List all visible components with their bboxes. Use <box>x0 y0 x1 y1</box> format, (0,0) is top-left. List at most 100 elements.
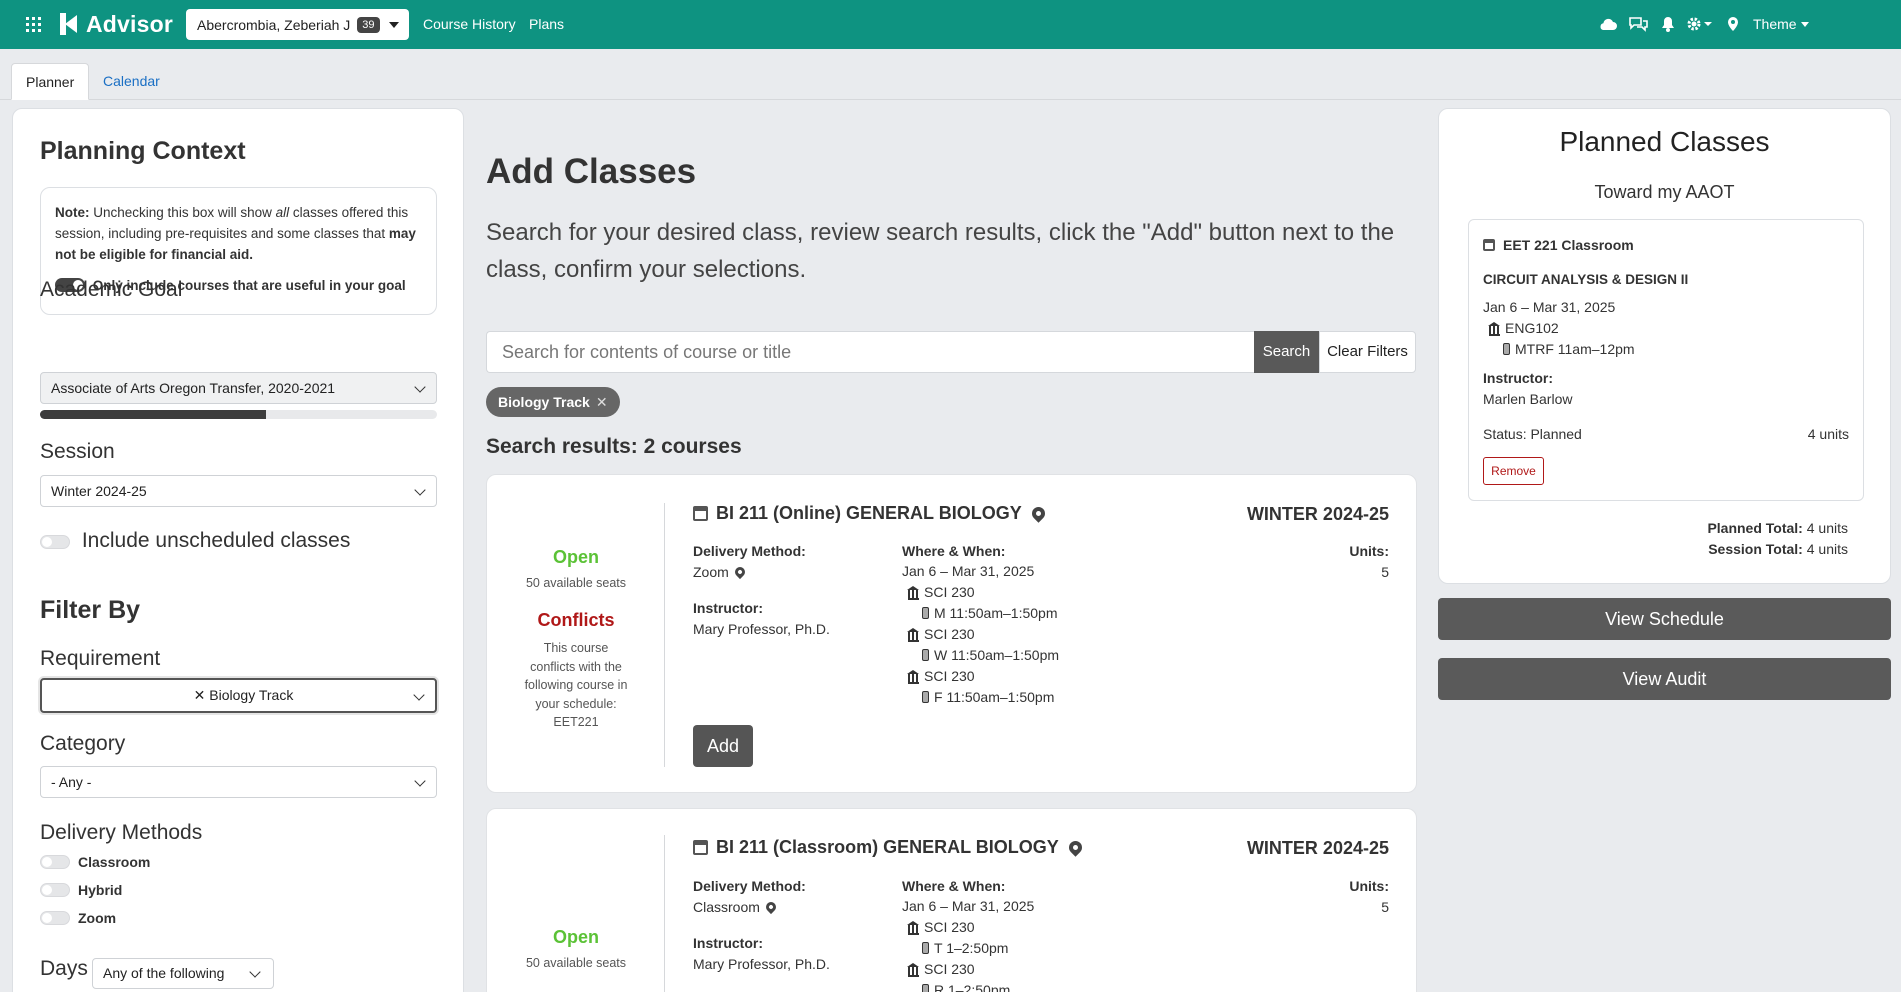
tab-planner[interactable]: Planner <box>11 63 90 100</box>
clock-icon <box>922 942 929 954</box>
meeting-room: SCI 230 <box>902 624 1059 645</box>
delivery-zoom-row[interactable]: Zoom <box>40 910 116 926</box>
days-select[interactable]: Any of the following <box>92 958 274 989</box>
session-value: Winter 2024-25 <box>51 483 147 499</box>
location-pin-icon[interactable] <box>1029 504 1048 523</box>
room-text: SCI 230 <box>924 584 975 600</box>
course-title-row: BI 211 (Classroom) GENERAL BIOLOGY <box>693 837 1085 858</box>
calendar-icon <box>1483 239 1495 251</box>
student-selector[interactable]: Abercrombia, Zeberiah J 39 <box>186 9 409 40</box>
view-audit-button[interactable]: View Audit <box>1438 658 1891 700</box>
planning-context-panel: Planning Context Note: Unchecking this b… <box>12 108 464 992</box>
delivery-hybrid-row[interactable]: Hybrid <box>40 882 122 898</box>
available-seats: 50 available seats <box>525 956 627 970</box>
days-value: Any of the following <box>103 965 225 981</box>
chevron-down-icon <box>414 484 426 496</box>
delivery-classroom-toggle[interactable] <box>40 855 70 869</box>
delivery-zoom-label: Zoom <box>78 910 117 926</box>
session-select[interactable]: Winter 2024-25 <box>40 475 437 507</box>
cloud-icon[interactable] <box>1598 14 1618 34</box>
location-pin-icon[interactable] <box>1066 838 1085 857</box>
instructor-value: Mary Professor, Ph.D. <box>693 956 830 972</box>
room-text: SCI 230 <box>924 919 975 935</box>
delivery-classroom-row[interactable]: Classroom <box>40 854 150 870</box>
chat-icon[interactable] <box>1629 14 1649 34</box>
planned-total-value: 4 units <box>1806 520 1848 536</box>
meeting-time: T 1–2:50pm <box>902 938 1034 959</box>
app-logo[interactable]: Advisor <box>60 11 173 37</box>
add-classes-title: Add Classes <box>486 152 697 191</box>
remove-button[interactable]: Remove <box>1483 457 1544 485</box>
instructor-label: Instructor: <box>693 600 763 616</box>
planned-schedule: Jan 6 – Mar 31, 2025 ENG102 MTRF 11am–12… <box>1483 297 1635 360</box>
clear-filters-button[interactable]: Clear Filters <box>1319 331 1416 373</box>
meeting-room: SCI 230 <box>902 917 1034 938</box>
add-course-button[interactable]: Add <box>693 725 753 767</box>
delivery-hybrid-label: Hybrid <box>78 882 123 898</box>
nav-plans[interactable]: Plans <box>529 16 564 32</box>
delivery-hybrid-toggle[interactable] <box>40 883 70 897</box>
delivery-zoom-toggle[interactable] <box>40 911 70 925</box>
time-text: T 1–2:50pm <box>934 940 1009 956</box>
location-pin-icon[interactable] <box>1726 14 1740 34</box>
time-text: W 11:50am–1:50pm <box>934 647 1060 663</box>
building-icon <box>907 670 920 684</box>
clock-icon <box>922 984 929 992</box>
nav-course-history[interactable]: Course History <box>423 16 516 32</box>
bell-icon[interactable] <box>1660 14 1676 34</box>
meeting-time: M 11:50am–1:50pm <box>902 603 1059 624</box>
days-label: Days <box>40 957 88 980</box>
time-text: M 11:50am–1:50pm <box>934 605 1058 621</box>
logo-k-icon <box>60 13 78 35</box>
planned-units: 4 units <box>1807 426 1849 442</box>
theme-label: Theme <box>1753 16 1797 32</box>
time-text: R 1–2:50pm <box>934 982 1011 992</box>
filter-chip-biology-track[interactable]: Biology Track ✕ <box>486 387 620 417</box>
note-text-all: all <box>275 205 290 220</box>
location-pin-icon[interactable] <box>763 899 778 915</box>
close-icon[interactable]: ✕ <box>596 394 608 410</box>
planned-class-heading: EET 221 Classroom <box>1503 237 1634 253</box>
chevron-down-icon <box>413 689 425 701</box>
course-search-input[interactable]: Search for contents of course or title <box>486 331 1254 373</box>
category-value: - Any - <box>51 774 92 790</box>
card-divider <box>664 835 665 992</box>
filter-chip-label: Biology Track <box>498 394 590 410</box>
student-badge: 39 <box>357 16 380 33</box>
units-value: 5 <box>1381 899 1389 915</box>
location-pin-icon[interactable] <box>732 564 747 580</box>
search-button[interactable]: Search <box>1254 331 1319 373</box>
academic-goal-select[interactable]: Associate of Arts Oregon Transfer, 2020-… <box>40 372 437 404</box>
planned-time-text: MTRF 11am–12pm <box>1515 341 1635 357</box>
status-open: Open <box>552 927 599 947</box>
unscheduled-row[interactable]: Include unscheduled classes <box>40 529 350 553</box>
building-icon <box>1488 322 1501 336</box>
view-schedule-button[interactable]: View Schedule <box>1438 598 1891 640</box>
filter-by-title: Filter By <box>40 596 141 624</box>
note-text: Note: Unchecking this box will show all … <box>55 202 422 265</box>
requirement-select[interactable]: ✕ Biology Track <box>40 678 437 713</box>
planned-instructor: Marlen Barlow <box>1483 391 1573 407</box>
units-label: Units: <box>1349 878 1389 894</box>
available-seats: 50 available seats <box>525 576 627 590</box>
planned-time: MTRF 11am–12pm <box>1483 339 1635 360</box>
app-grid-icon[interactable] <box>26 17 41 32</box>
note-label: Note: <box>55 205 90 220</box>
theme-menu[interactable]: Theme <box>1753 16 1809 32</box>
caret-down-icon <box>1800 22 1809 27</box>
meeting-time: F 11:50am–1:50pm <box>902 687 1059 708</box>
planned-room-text: ENG102 <box>1505 320 1559 336</box>
category-label: Category <box>40 732 126 755</box>
planned-course-name: CIRCUIT ANALYSIS & DESIGN II <box>1483 272 1689 287</box>
meeting-time: R 1–2:50pm <box>902 980 1034 992</box>
gear-icon[interactable] <box>1686 14 1714 34</box>
clear-requirement-icon[interactable]: ✕ <box>194 687 206 703</box>
requirement-label: Requirement <box>40 647 161 670</box>
where-when-label: Where & When: <box>902 878 1006 894</box>
top-bar: Advisor Abercrombia, Zeberiah J 39 Cours… <box>0 0 1901 49</box>
academic-goal-label: Academic Goal <box>40 278 183 301</box>
category-select[interactable]: - Any - <box>40 766 437 798</box>
tab-calendar[interactable]: Calendar <box>89 63 174 100</box>
app-name: Advisor <box>86 10 174 37</box>
unscheduled-toggle[interactable] <box>40 535 70 549</box>
